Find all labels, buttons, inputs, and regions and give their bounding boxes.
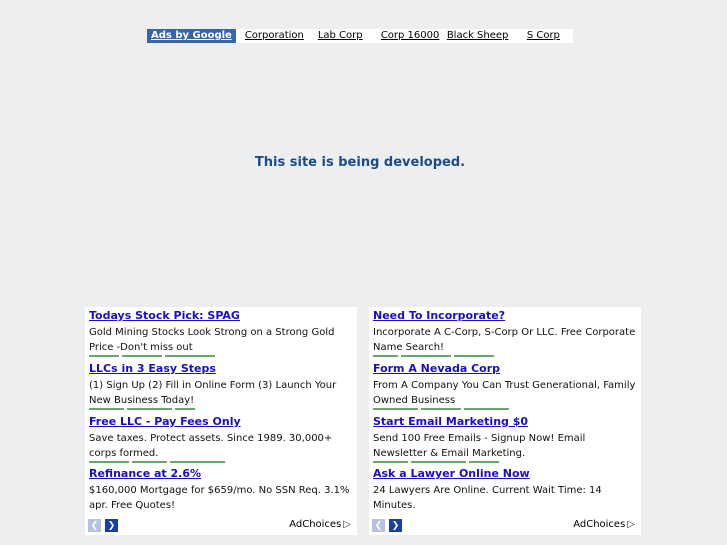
link-black-sheep[interactable]: Black Sheep — [447, 29, 527, 43]
chevron-left-icon: ❮ — [374, 520, 383, 531]
ad-title-link[interactable]: Start Email Marketing $0 — [373, 414, 639, 429]
ad-url-line[interactable] — [373, 355, 639, 358]
ad-title-link[interactable]: Refinance at 2.6% — [89, 466, 355, 481]
ad-description: 24 Lawyers Are Online. Current Wait Time… — [373, 485, 602, 511]
ad-item: Ask a Lawyer Online Now 24 Lawyers Are O… — [373, 466, 639, 513]
ad-item: Free LLC - Pay Fees Only Save taxes. Pro… — [89, 414, 355, 464]
link-corp-16000[interactable]: Corp 16000 — [381, 29, 447, 43]
ad-url-line[interactable] — [373, 408, 639, 411]
ad-title-link[interactable]: Free LLC - Pay Fees Only — [89, 414, 355, 429]
ad-item: Form A Nevada Corp From A Company You Ca… — [373, 361, 639, 411]
ad-unit-right: Need To Incorporate? Incorporate A C-Cor… — [369, 307, 641, 535]
adchoices-link[interactable]: AdChoices ▷ — [573, 519, 635, 530]
ad-description: (1) Sign Up (2) Fill in Online Form (3) … — [89, 380, 337, 406]
ad-item: Start Email Marketing $0 Send 100 Free E… — [373, 414, 639, 464]
ad-title-link[interactable]: Form A Nevada Corp — [373, 361, 639, 376]
adchoices-icon: ▷ — [627, 519, 635, 530]
ads-by-google-label[interactable]: Ads by Google — [147, 29, 236, 43]
ad-item: Need To Incorporate? Incorporate A C-Cor… — [373, 308, 639, 358]
chevron-right-icon: ❯ — [107, 520, 116, 531]
ad-title-link[interactable]: Ask a Lawyer Online Now — [373, 466, 639, 481]
previous-ads-button[interactable]: ❮ — [88, 519, 101, 532]
next-ads-button[interactable]: ❯ — [105, 519, 118, 532]
ad-url-line[interactable] — [89, 355, 355, 358]
ad-description: From A Company You Can Trust Generationa… — [373, 380, 636, 406]
ad-description: Send 100 Free Emails - Signup Now! Email… — [373, 433, 586, 459]
ad-description: Gold Mining Stocks Look Strong on a Stro… — [89, 327, 335, 353]
ad-description: $160,000 Mortgage for $659/mo. No SSN Re… — [89, 485, 350, 511]
ad-description: Incorporate A C-Corp, S-Corp Or LLC. Fre… — [373, 327, 636, 353]
next-ads-button[interactable]: ❯ — [389, 519, 402, 532]
link-corporation[interactable]: Corporation — [245, 29, 318, 43]
ad-item: LLCs in 3 Easy Steps (1) Sign Up (2) Fil… — [89, 361, 355, 411]
ad-description: Save taxes. Protect assets. Since 1989. … — [89, 433, 333, 459]
ad-unit-left: Todays Stock Pick: SPAG Gold Mining Stoc… — [85, 307, 357, 535]
link-s-corp[interactable]: S Corp — [527, 29, 567, 43]
adchoices-icon: ▷ — [343, 519, 351, 530]
chevron-left-icon: ❮ — [90, 520, 99, 531]
ad-title-link[interactable]: Todays Stock Pick: SPAG — [89, 308, 355, 323]
previous-ads-button[interactable]: ❮ — [372, 519, 385, 532]
chevron-right-icon: ❯ — [391, 520, 400, 531]
link-lab-corp[interactable]: Lab Corp — [318, 29, 381, 43]
ad-url-line[interactable] — [373, 461, 639, 464]
ad-item: Todays Stock Pick: SPAG Gold Mining Stoc… — [89, 308, 355, 358]
adchoices-link[interactable]: AdChoices ▷ — [289, 519, 351, 530]
ad-url-line[interactable] — [89, 461, 355, 464]
ad-url-line[interactable] — [89, 408, 355, 411]
adchoices-label: AdChoices — [289, 519, 342, 530]
ad-item: Refinance at 2.6% $160,000 Mortgage for … — [89, 466, 355, 513]
adchoices-label: AdChoices — [573, 519, 626, 530]
ad-title-link[interactable]: Need To Incorporate? — [373, 308, 639, 323]
ad-title-link[interactable]: LLCs in 3 Easy Steps — [89, 361, 355, 376]
ad-link-bar: Ads by Google Corporation Lab Corp Corp … — [147, 29, 573, 43]
development-message: This site is being developed. — [254, 155, 466, 170]
